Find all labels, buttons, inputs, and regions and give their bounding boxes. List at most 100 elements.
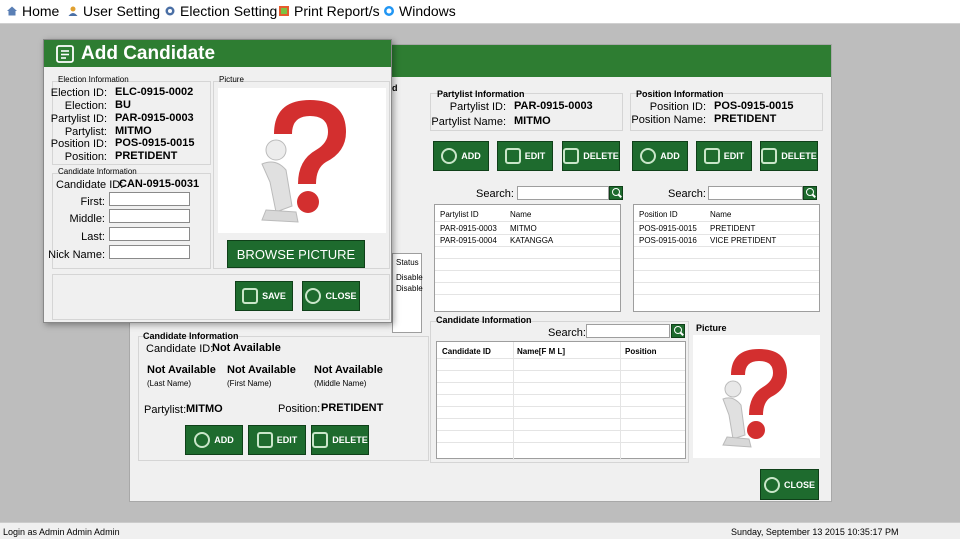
partylist-value: MITMO — [115, 125, 152, 137]
status-cell: Disable — [396, 284, 423, 293]
candidate-search-button[interactable] — [671, 324, 685, 338]
position-search-input[interactable] — [708, 186, 803, 200]
menu-home-label: Home — [22, 3, 60, 19]
candidate-id-label: Candidate ID: — [146, 343, 214, 355]
candidate-partylist-value: MITMO — [186, 403, 223, 415]
candidate-position-label: Position: — [278, 403, 321, 415]
candidate-table[interactable]: Candidate ID Name[F M L] Position — [436, 341, 686, 460]
first-name-input[interactable] — [109, 192, 190, 206]
close-icon — [763, 476, 780, 493]
partylist-search-button[interactable] — [609, 186, 623, 200]
candidate-picture-preview — [218, 88, 386, 233]
list-icon — [56, 44, 74, 63]
menu-windows[interactable]: Windows — [383, 3, 456, 19]
candidate-edit-button[interactable]: EDIT — [248, 425, 306, 455]
save-button[interactable]: SAVE — [235, 281, 293, 311]
election-icon — [165, 6, 175, 16]
position-name-label: Position Name: — [631, 114, 706, 126]
partylist-name-cell: MITMO — [510, 224, 537, 233]
save-label: SAVE — [262, 291, 286, 301]
edit-label: EDIT — [723, 151, 745, 161]
picture-title: Picture — [219, 75, 244, 84]
position-name-value: PRETIDENT — [714, 113, 777, 125]
partylist-search-input[interactable] — [517, 186, 609, 200]
delete-icon — [761, 148, 778, 164]
election-id-label: Election ID: — [50, 87, 107, 99]
add-user-icon — [194, 432, 211, 448]
dialog-title: Add Candidate — [81, 42, 216, 64]
menu-print-reports-label: Print Report/s — [294, 3, 380, 19]
position-search-label: Search: — [668, 188, 706, 200]
partylist-delete-button[interactable]: DELETE — [562, 141, 620, 171]
edit-label: EDIT — [524, 151, 546, 161]
last-name-input[interactable] — [109, 227, 190, 241]
partylist-id-label: Partylist ID: — [449, 101, 506, 113]
election-id-value: ELC-0915-0002 — [115, 86, 194, 98]
candidate-id-column-header: Candidate ID — [442, 347, 491, 356]
partial-title: d — [392, 83, 398, 93]
position-id-value: POS-0915-0015 — [714, 100, 794, 112]
candidate-list-title: Candidate Information — [436, 315, 532, 325]
position-id-label: Position ID: — [649, 101, 706, 113]
menu-user-setting[interactable]: User Setting — [67, 3, 160, 19]
menu-print-reports[interactable]: Print Report/s — [278, 3, 380, 19]
partylist-add-button[interactable]: ADD — [433, 141, 489, 171]
close-button[interactable]: CLOSE — [302, 281, 360, 311]
candidate-add-button[interactable]: ADD — [185, 425, 243, 455]
position-id-column-header: Position ID — [639, 210, 678, 219]
status-column-header: Status — [396, 258, 419, 267]
delete-label: DELETE — [781, 151, 817, 161]
menu-home[interactable]: Home — [6, 3, 59, 19]
first-name-caption: (First Name) — [227, 379, 272, 388]
picture-title: Picture — [696, 323, 727, 333]
status-cell: Disable — [396, 273, 423, 282]
last-name-value: Not Available — [147, 364, 216, 376]
candidate-search-input[interactable] — [586, 324, 670, 338]
add-user-icon — [640, 148, 657, 164]
position-label: Position: — [64, 151, 107, 163]
position-search-button[interactable] — [803, 186, 817, 200]
menu-election-setting-label: Election Setting — [180, 3, 278, 19]
close-icon — [305, 288, 322, 304]
edit-label: EDIT — [276, 435, 298, 445]
delete-icon — [563, 148, 580, 164]
position-delete-button[interactable]: DELETE — [760, 141, 818, 171]
first-name-label: First: — [80, 196, 105, 208]
partylist-edit-button[interactable]: EDIT — [497, 141, 553, 171]
user-icon — [68, 6, 78, 16]
position-name-column-header: Name — [710, 210, 732, 219]
position-table[interactable]: Position ID Name POS-0915-0015 PRETIDENT… — [633, 204, 820, 312]
position-id-cell: POS-0915-0015 — [639, 224, 697, 233]
partylist-id-cell: PAR-0915-0003 — [440, 224, 497, 233]
candidate-position-column-header: Position — [625, 347, 657, 356]
partylist-name-cell: KATANGGA — [510, 236, 554, 245]
candidate-info-title: Candidate Information — [58, 167, 137, 176]
position-edit-button[interactable]: EDIT — [696, 141, 752, 171]
middle-name-value: Not Available — [314, 364, 383, 376]
status-bar: Login as Admin Admin Admin Sunday, Septe… — [0, 522, 960, 539]
partylist-name-label: Partylist Name: — [431, 116, 506, 128]
edit-icon — [256, 432, 273, 448]
partylist-id-value: PAR-0915-0003 — [115, 112, 194, 124]
window-close-button[interactable]: CLOSE — [760, 469, 819, 500]
candidate-delete-button[interactable]: DELETE — [311, 425, 369, 455]
question-person-icon — [722, 349, 787, 448]
browse-picture-button[interactable]: BROWSE PICTURE — [227, 240, 365, 268]
partylist-label: Partylist: — [64, 126, 107, 138]
close-label: CLOSE — [783, 479, 815, 490]
menu-election-setting[interactable]: Election Setting — [164, 3, 277, 19]
delete-icon — [312, 432, 329, 448]
menu-bar: Home User Setting Election Setting Print… — [0, 0, 960, 24]
nick-name-input[interactable] — [109, 245, 190, 259]
partylist-table[interactable]: Partylist ID Name PAR-0915-0003 MITMO PA… — [434, 204, 621, 312]
dialog-title-bar: Add Candidate — [44, 40, 391, 67]
partylist-name-value: MITMO — [514, 115, 551, 127]
add-candidate-dialog: Add Candidate Election Information Elect… — [43, 39, 392, 323]
position-add-button[interactable]: ADD — [632, 141, 688, 171]
browse-picture-label: BROWSE PICTURE — [236, 246, 356, 262]
menu-windows-label: Windows — [399, 3, 456, 19]
login-status: Login as Admin Admin Admin — [3, 527, 120, 537]
edit-icon — [703, 148, 720, 164]
middle-name-input[interactable] — [109, 209, 190, 223]
candidate-status-list[interactable]: Status Disable Disable — [392, 253, 423, 333]
